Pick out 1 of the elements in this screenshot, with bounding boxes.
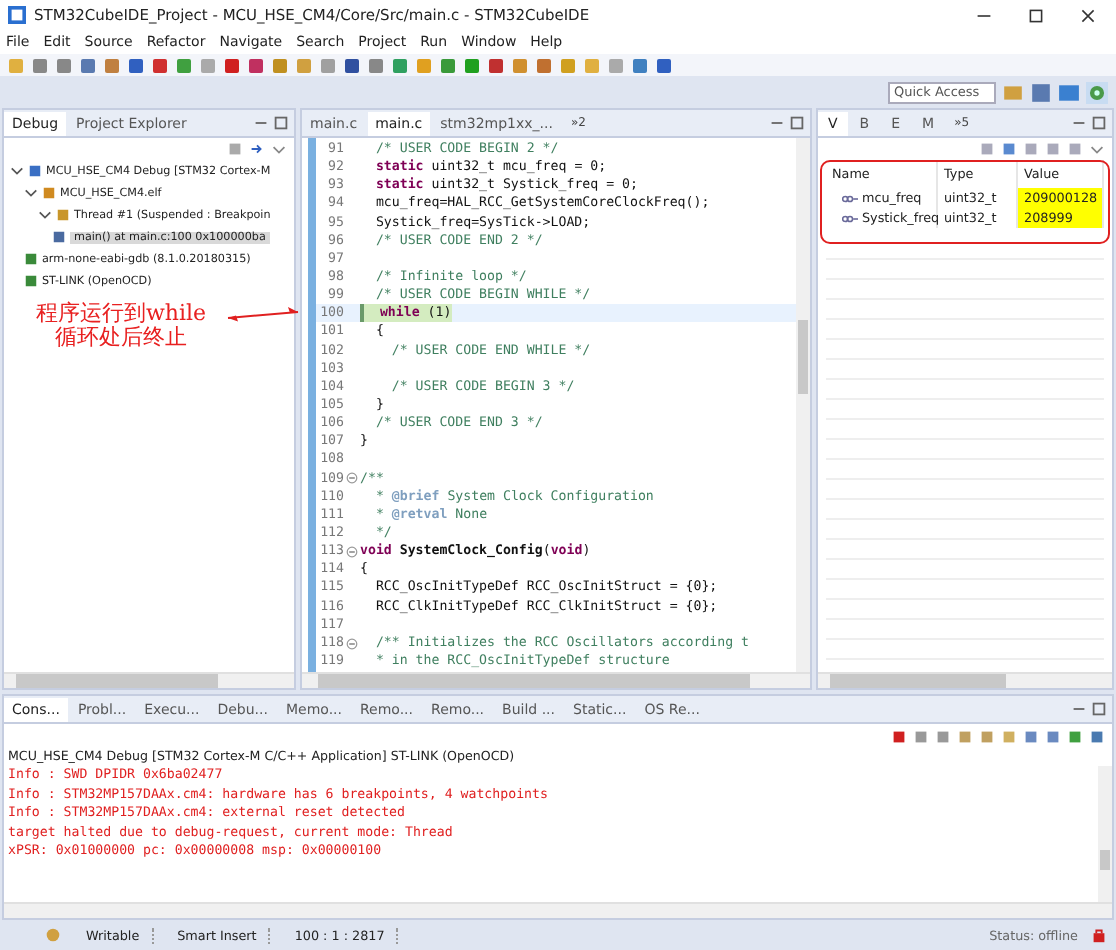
annotation-text: 程序运行到while 循环处后终止 bbox=[36, 302, 207, 350]
